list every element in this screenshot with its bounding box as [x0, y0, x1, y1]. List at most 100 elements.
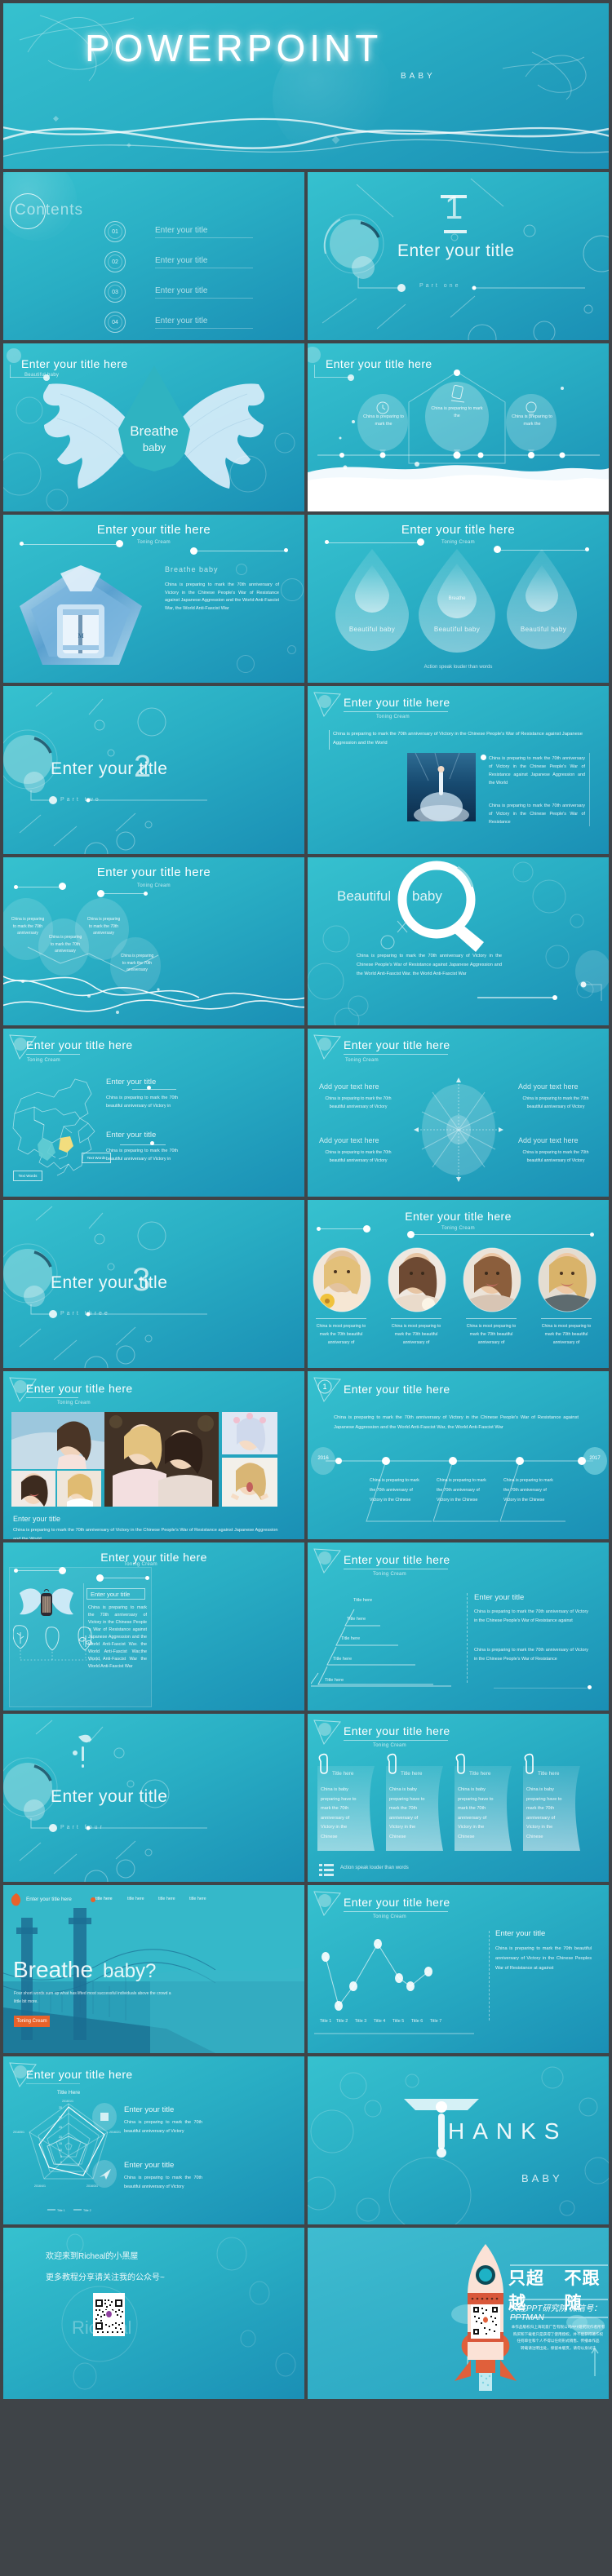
- promo-legal-text: 本作品版权归上海玩意广告有限公司PPT研究院作者所有 购买和下载者只是获得了使用…: [511, 2325, 605, 2350]
- slide-bridge[interactable]: Enter your title here title here title h…: [3, 1885, 304, 2053]
- nav-item[interactable]: title here: [127, 1897, 144, 1901]
- svg-text:2016/4/1: 2016/4/1: [34, 2184, 46, 2188]
- slide-wings[interactable]: Enter your title here Beautiful baby Bre…: [3, 343, 304, 511]
- deck-row-10: Enter your title here Toning Cream Enter…: [3, 1543, 609, 1711]
- balloon-scene: [308, 370, 609, 511]
- bubble-text: China is preparing to mark the 70th anni…: [48, 935, 82, 954]
- slide-linechart[interactable]: Enter your title here Toning Cream Title…: [308, 1885, 609, 2053]
- svg-text:5: 5: [60, 2155, 62, 2158]
- slide-wheel[interactable]: Enter your title here Toning Cream Add y…: [308, 1029, 609, 1197]
- bullet-dot: [481, 755, 486, 760]
- wheel-body: China is preparing to mark the 70th beau…: [325, 1150, 392, 1163]
- slide-balloons[interactable]: Enter your title here China is preparing…: [308, 343, 609, 511]
- side-rule: [589, 753, 590, 826]
- slide-magnifier[interactable]: Beautiful baby China is preparing to mar…: [308, 857, 609, 1025]
- section-part-label: Part one: [419, 283, 461, 289]
- slide-notes[interactable]: Enter your title here Toning Cream Title…: [308, 1714, 609, 1882]
- map-block-rule: [120, 1144, 166, 1145]
- deck-row-12: Enter your title here title here title h…: [3, 1885, 609, 2053]
- rule-dot: [317, 1227, 321, 1231]
- slide-thanks[interactable]: HANKS BABY: [308, 2056, 609, 2224]
- map-tag[interactable]: Text Words: [13, 1171, 42, 1181]
- deck-row-4: Enter your title here Toning Cream M Bre…: [3, 515, 609, 683]
- slide-cover[interactable]: POWERPOINT BABY: [3, 3, 609, 169]
- bubble-text: China is preparing to mark the 70th anni…: [120, 954, 154, 973]
- contents-item-label: Enter your title: [155, 256, 253, 268]
- deco-bubble: [236, 564, 247, 575]
- radar-block-heading: Enter your title: [124, 2105, 175, 2114]
- slide-pyramid[interactable]: Enter your title here Toning Cream Title…: [308, 1543, 609, 1711]
- deck-row-9: Enter your title here Toning Cream Enter…: [3, 1371, 609, 1539]
- deck-row-2: Contents 01 Enter your title 02 Enter yo…: [3, 172, 609, 340]
- slide-cage[interactable]: Enter your title here Toning Cream Enter…: [3, 1543, 304, 1711]
- contents-item[interactable]: 01 Enter your title: [104, 221, 253, 242]
- rule-dot: [190, 547, 197, 555]
- portrait-caption: China is most preparing to mark the 70th…: [541, 1324, 592, 1345]
- slide-subtitle: Toning Cream: [27, 1058, 60, 1063]
- pyramid-heading: Enter your title: [474, 1593, 525, 1602]
- slide-radar[interactable]: Enter your title here Title Here 2016/1/…: [3, 2056, 304, 2224]
- slide-section-4[interactable]: Enter your title Part four: [3, 1714, 304, 1882]
- contents-item[interactable]: 04 Enter your title: [104, 312, 253, 333]
- lamp-icon: [441, 195, 467, 198]
- title-underline: [344, 711, 448, 712]
- slide-qr[interactable]: Richeal 欢迎来到Richeal的小黑屋 更多教程分享请关注我的公众号~: [3, 2228, 304, 2399]
- lamp-base-icon: [444, 230, 467, 233]
- slide-title: Enter your title here: [26, 2068, 133, 2081]
- drop-label: Beautiful baby: [520, 626, 567, 633]
- deck-row-14: Richeal 欢迎来到Richeal的小黑屋 更多教程分享请关注我的公众号~: [3, 2228, 609, 2399]
- nav-item[interactable]: title here: [158, 1897, 175, 1901]
- slide-section-3[interactable]: Enter your title 3 Part three: [3, 1200, 304, 1368]
- nav-item[interactable]: title here: [189, 1897, 206, 1901]
- slide-section-2[interactable]: Enter your title 2 Part two: [3, 686, 304, 854]
- wheel-body: China is preparing to mark the 70th beau…: [522, 1096, 589, 1109]
- thanks-subtitle: BABY: [521, 2172, 563, 2184]
- slide-portraits[interactable]: Enter your title here Toning Cream China…: [308, 1200, 609, 1368]
- lead-label: Breathe baby: [165, 565, 219, 573]
- contents-item[interactable]: 03 Enter your title: [104, 281, 253, 303]
- slide-bubbles[interactable]: Enter your title here Toning Cream China…: [3, 857, 304, 1025]
- rule-dot: [20, 542, 24, 546]
- balloon-text: China is preparing to mark the: [512, 414, 552, 427]
- slide-collage[interactable]: Enter your title here Toning Cream Enter…: [3, 1371, 304, 1539]
- svg-text:Title 2: Title 2: [336, 2019, 348, 2024]
- deck-row-1: POWERPOINT BABY: [3, 3, 609, 169]
- slide-promo[interactable]: 只超越 不跟随 关注PPT研究院 微信号：PPTMAN 本作品版权归上海玩意广告…: [308, 2228, 609, 2399]
- contents-number-badge: 01: [104, 221, 126, 242]
- svg-text:35: 35: [59, 2106, 62, 2109]
- map-block-body: China is preparing to mark the 70th beau…: [106, 1149, 178, 1162]
- balloon-text: China is preparing to mark the: [431, 406, 483, 418]
- caption-rule: [316, 1318, 366, 1319]
- slide-footnote: Action speak louder than words: [424, 665, 493, 670]
- svg-text:0: 0: [60, 2161, 62, 2164]
- slide-perfume[interactable]: Enter your title here Toning Cream M Bre…: [3, 515, 304, 683]
- slide-title: Enter your title here: [344, 1553, 450, 1566]
- timeline-step-text: China is preparing to mark the 70th anni…: [370, 1478, 419, 1503]
- deck-row-3: Enter your title here Beautiful baby Bre…: [3, 343, 609, 511]
- title-underline: [344, 1911, 448, 1912]
- slide-section-1[interactable]: 1 Enter your title Part one: [308, 172, 609, 340]
- bubble-text: China is preparing to mark the 70th anni…: [11, 917, 45, 936]
- timeline-step-text: China is preparing to mark the 70th anni…: [503, 1478, 553, 1503]
- slide-timeline[interactable]: 1 Enter your title here China is prepari…: [308, 1371, 609, 1539]
- pyramid-level-label: Title here: [333, 1657, 353, 1662]
- timeline-graphic: [311, 1447, 607, 1522]
- note-card-heading: Title here: [469, 1771, 491, 1777]
- note-card-heading: Title here: [401, 1771, 423, 1777]
- contents-item[interactable]: 02 Enter your title: [104, 251, 253, 272]
- title-rule-left: [20, 544, 116, 545]
- bottom-rule: [494, 1688, 587, 1689]
- cage-box-title: Enter your title: [86, 1588, 145, 1600]
- slide-map[interactable]: Enter your title here Toning Cream Text …: [3, 1029, 304, 1197]
- cta-button[interactable]: Toning Cream: [14, 2016, 50, 2027]
- svg-text:30: 30: [59, 2116, 62, 2119]
- contents-heading: Contents: [15, 201, 84, 219]
- qr-code-image[interactable]: [93, 2293, 125, 2336]
- nav-item[interactable]: title here: [95, 1897, 113, 1901]
- collage-photo-6: [222, 1458, 277, 1507]
- slide-underwater[interactable]: Enter your title here Toning Cream China…: [308, 686, 609, 854]
- map-block-body: China is preparing to mark the 70th beau…: [106, 1095, 178, 1109]
- slide-contents[interactable]: Contents 01 Enter your title 02 Enter yo…: [3, 172, 304, 340]
- pyramid-chart: [311, 1609, 451, 1687]
- slide-drops[interactable]: Enter your title here Toning Cream Breat…: [308, 515, 609, 683]
